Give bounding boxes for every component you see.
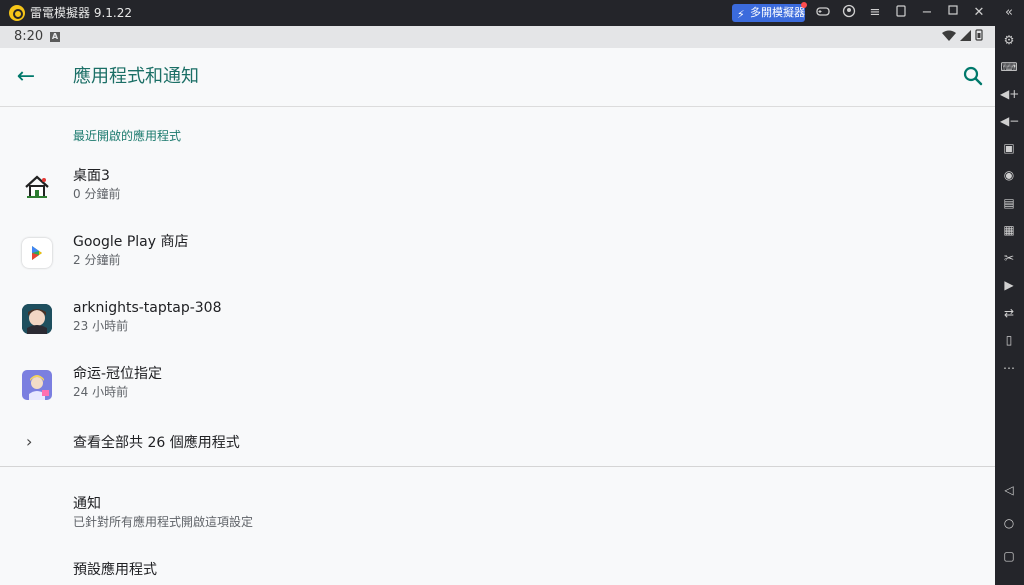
notification-icon: A	[50, 32, 60, 42]
recent-app-launcher[interactable]: 桌面3 0 分鐘前	[0, 158, 995, 218]
setting-summary: 已針對所有應用程式開啟這項設定	[73, 515, 254, 529]
see-all-apps[interactable]: › 查看全部共 26 個應用程式	[0, 428, 995, 458]
settings-icon[interactable]: ⚙	[1000, 31, 1018, 49]
app-title: 桌面3	[73, 168, 110, 184]
multi-instance-button[interactable]: ⚡ 多開模擬器	[732, 2, 807, 22]
back-arrow-icon[interactable]: ←	[14, 65, 38, 89]
volume-up-icon[interactable]: ◀+	[1000, 85, 1019, 103]
setting-notifications[interactable]: 通知 已針對所有應用程式開啟這項設定	[0, 486, 995, 546]
app-title: arknights-taptap-308	[73, 300, 222, 316]
app-title: 命运-冠位指定	[73, 366, 163, 382]
record-icon[interactable]: ▶	[1000, 276, 1018, 294]
setting-title: 通知	[73, 496, 101, 512]
wifi-icon	[942, 30, 957, 41]
close-icon[interactable]: ✕	[970, 4, 988, 22]
android-home-icon[interactable]: ○	[1000, 514, 1018, 532]
screen-rotate-icon[interactable]	[892, 4, 910, 22]
gamepad-icon[interactable]	[814, 4, 832, 22]
chevron-right-icon: ›	[26, 432, 33, 451]
setting-title: 預設應用程式	[73, 562, 157, 578]
account-icon[interactable]	[840, 4, 858, 22]
minimize-icon[interactable]: −	[918, 4, 936, 22]
app-last-opened: 24 小時前	[73, 385, 129, 399]
emulator-toolbar: ⚙ ⌨ ◀+ ◀− ▣ ◉ ▤ ▦ ✂ ▶ ⇄ ▯ ⋯ ◁ ○ ▢	[995, 26, 1024, 585]
status-icons	[942, 29, 983, 45]
see-all-apps-label: 查看全部共 26 個應用程式	[73, 435, 240, 451]
bolt-icon: ⚡	[737, 8, 745, 21]
fgo-icon	[22, 370, 52, 400]
maximize-icon[interactable]	[944, 4, 962, 22]
launcher-house-icon	[22, 172, 52, 202]
multi-instance-label: 多開模擬器	[750, 6, 805, 19]
menu-icon[interactable]: ≡	[866, 4, 884, 22]
app-last-opened: 23 小時前	[73, 319, 129, 333]
setting-default-apps[interactable]: 預設應用程式	[0, 552, 995, 585]
page-title: 應用程式和通知	[73, 66, 199, 87]
status-time: 8:20	[14, 29, 44, 44]
android-recents-icon[interactable]: ▢	[1000, 547, 1018, 565]
keymap-icon[interactable]: ▦	[1000, 221, 1018, 239]
arknights-icon	[22, 304, 52, 334]
recent-app-arknights[interactable]: arknights-taptap-308 23 小時前	[0, 290, 995, 350]
volume-down-icon[interactable]: ◀−	[1000, 112, 1019, 130]
android-screen: 8:20 A ← 應用程式和通知 最近開啟的應用程式 桌面3 0 分鐘前 Goo…	[0, 26, 995, 585]
collapse-sidebar-icon[interactable]: «	[1000, 4, 1018, 22]
recent-apps-header: 最近開啟的應用程式	[73, 129, 182, 143]
android-back-icon[interactable]: ◁	[1000, 481, 1018, 499]
add-app-icon[interactable]: ◉	[1000, 166, 1018, 184]
emulator-title: 雷電模擬器 9.1.22	[30, 6, 132, 20]
signal-icon	[960, 30, 972, 41]
app-bar: ← 應用程式和通知	[0, 48, 995, 107]
section-divider	[0, 466, 995, 467]
install-apk-icon[interactable]: ▤	[1000, 194, 1018, 212]
screenshot-icon[interactable]: ▣	[1000, 139, 1018, 157]
app-last-opened: 2 分鐘前	[73, 253, 121, 267]
notification-dot	[801, 2, 807, 8]
recent-app-google-play[interactable]: Google Play 商店 2 分鐘前	[0, 224, 995, 284]
status-bar: 8:20 A	[0, 26, 995, 48]
more-icon[interactable]: ⋯	[1000, 359, 1018, 377]
scissors-icon[interactable]: ✂	[1000, 249, 1018, 267]
google-play-icon	[22, 238, 52, 268]
phone-icon[interactable]: ▯	[1000, 331, 1018, 349]
ldplayer-logo-icon	[9, 5, 25, 21]
sync-icon[interactable]: ⇄	[1000, 304, 1018, 322]
app-title: Google Play 商店	[73, 234, 189, 250]
battery-icon	[975, 29, 983, 41]
recent-app-fgo[interactable]: 命运-冠位指定 24 小時前	[0, 356, 995, 416]
emulator-titlebar: 雷電模擬器 9.1.22 ⚡ 多開模擬器 ≡ − ✕ «	[0, 0, 1024, 26]
app-last-opened: 0 分鐘前	[73, 187, 121, 201]
search-icon[interactable]	[961, 64, 985, 88]
keyboard-icon[interactable]: ⌨	[1000, 58, 1018, 76]
